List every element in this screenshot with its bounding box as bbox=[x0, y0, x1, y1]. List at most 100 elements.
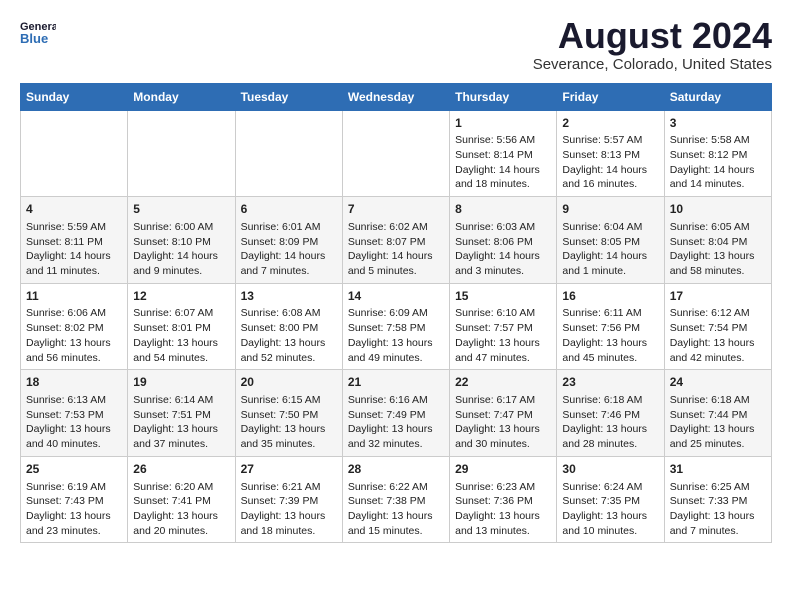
day-info: Sunrise: 6:01 AM Sunset: 8:09 PM Dayligh… bbox=[241, 220, 337, 279]
day-info: Sunrise: 6:23 AM Sunset: 7:36 PM Dayligh… bbox=[455, 480, 551, 539]
logo-svg: General Blue bbox=[20, 16, 56, 52]
day-number: 9 bbox=[562, 201, 658, 218]
day-number: 31 bbox=[670, 461, 766, 478]
day-number: 25 bbox=[26, 461, 122, 478]
day-number: 23 bbox=[562, 374, 658, 391]
title-area: August 2024 Severance, Colorado, United … bbox=[533, 16, 772, 73]
calendar-cell: 12Sunrise: 6:07 AM Sunset: 8:01 PM Dayli… bbox=[128, 283, 235, 370]
day-info: Sunrise: 5:59 AM Sunset: 8:11 PM Dayligh… bbox=[26, 220, 122, 279]
day-number: 12 bbox=[133, 288, 229, 305]
day-info: Sunrise: 6:16 AM Sunset: 7:49 PM Dayligh… bbox=[348, 393, 444, 452]
calendar-cell: 16Sunrise: 6:11 AM Sunset: 7:56 PM Dayli… bbox=[557, 283, 664, 370]
day-number: 27 bbox=[241, 461, 337, 478]
day-number: 20 bbox=[241, 374, 337, 391]
calendar-cell: 26 Sunrise: 6:20 AM Sunset: 7:41 PM Dayli… bbox=[128, 456, 235, 543]
calendar-cell: 1Sunrise: 5:56 AM Sunset: 8:14 PM Daylig… bbox=[450, 110, 557, 197]
calendar-cell: 9Sunrise: 6:04 AM Sunset: 8:05 PM Daylig… bbox=[557, 197, 664, 284]
day-number: 5 bbox=[133, 201, 229, 218]
day-number: 28 bbox=[348, 461, 444, 478]
weekday-header-thursday: Thursday bbox=[450, 83, 557, 110]
weekday-header-tuesday: Tuesday bbox=[235, 83, 342, 110]
day-info: Sunrise: 5:58 AM Sunset: 8:12 PM Dayligh… bbox=[670, 133, 766, 192]
calendar-cell bbox=[21, 110, 128, 197]
calendar-cell: 8 Sunrise: 6:03 AM Sunset: 8:06 PM Daylig… bbox=[450, 197, 557, 284]
calendar-cell: 30 Sunrise: 6:24 AM Sunset: 7:35 PM Dayli… bbox=[557, 456, 664, 543]
day-info: Sunrise: 6:14 AM Sunset: 7:51 PM Dayligh… bbox=[133, 393, 229, 452]
day-info: Sunrise: 6:18 AM Sunset: 7:46 PM Dayligh… bbox=[562, 393, 658, 452]
day-info: Sunrise: 6:08 AM Sunset: 8:00 PM Dayligh… bbox=[241, 306, 337, 365]
calendar-cell: 22 Sunrise: 6:17 AM Sunset: 7:47 PM Dayli… bbox=[450, 370, 557, 457]
day-info: Sunrise: 5:57 AM Sunset: 8:13 PM Dayligh… bbox=[562, 133, 658, 192]
svg-text:Blue: Blue bbox=[20, 31, 48, 46]
calendar-cell: 6 Sunrise: 6:01 AM Sunset: 8:09 PM Daylig… bbox=[235, 197, 342, 284]
day-number: 4 bbox=[26, 201, 122, 218]
day-number: 1 bbox=[455, 115, 551, 132]
calendar-cell: 11Sunrise: 6:06 AM Sunset: 8:02 PM Dayli… bbox=[21, 283, 128, 370]
calendar-cell: 28 Sunrise: 6:22 AM Sunset: 7:38 PM Dayli… bbox=[342, 456, 449, 543]
calendar-cell: 3Sunrise: 5:58 AM Sunset: 8:12 PM Daylig… bbox=[664, 110, 771, 197]
day-number: 16 bbox=[562, 288, 658, 305]
day-info: Sunrise: 5:56 AM Sunset: 8:14 PM Dayligh… bbox=[455, 133, 551, 192]
day-number: 7 bbox=[348, 201, 444, 218]
calendar-cell bbox=[235, 110, 342, 197]
calendar-cell: 23 Sunrise: 6:18 AM Sunset: 7:46 PM Dayli… bbox=[557, 370, 664, 457]
calendar-cell: 10 Sunrise: 6:05 AM Sunset: 8:04 PM Dayli… bbox=[664, 197, 771, 284]
weekday-header-wednesday: Wednesday bbox=[342, 83, 449, 110]
weekday-header-monday: Monday bbox=[128, 83, 235, 110]
weekday-header-saturday: Saturday bbox=[664, 83, 771, 110]
day-number: 24 bbox=[670, 374, 766, 391]
day-number: 22 bbox=[455, 374, 551, 391]
day-info: Sunrise: 6:25 AM Sunset: 7:33 PM Dayligh… bbox=[670, 480, 766, 539]
day-info: Sunrise: 6:22 AM Sunset: 7:38 PM Dayligh… bbox=[348, 480, 444, 539]
calendar-cell: 17Sunrise: 6:12 AM Sunset: 7:54 PM Dayli… bbox=[664, 283, 771, 370]
day-info: Sunrise: 6:10 AM Sunset: 7:57 PM Dayligh… bbox=[455, 306, 551, 365]
calendar-cell: 15Sunrise: 6:10 AM Sunset: 7:57 PM Dayli… bbox=[450, 283, 557, 370]
calendar-cell bbox=[128, 110, 235, 197]
day-info: Sunrise: 6:21 AM Sunset: 7:39 PM Dayligh… bbox=[241, 480, 337, 539]
day-number: 19 bbox=[133, 374, 229, 391]
subtitle: Severance, Colorado, United States bbox=[533, 56, 772, 73]
calendar-cell: 25Sunrise: 6:19 AM Sunset: 7:43 PM Dayli… bbox=[21, 456, 128, 543]
calendar-cell: 19 Sunrise: 6:14 AM Sunset: 7:51 PM Dayli… bbox=[128, 370, 235, 457]
calendar-cell: 24 Sunrise: 6:18 AM Sunset: 7:44 PM Dayli… bbox=[664, 370, 771, 457]
day-number: 26 bbox=[133, 461, 229, 478]
day-info: Sunrise: 6:20 AM Sunset: 7:41 PM Dayligh… bbox=[133, 480, 229, 539]
day-info: Sunrise: 6:06 AM Sunset: 8:02 PM Dayligh… bbox=[26, 306, 122, 365]
day-info: Sunrise: 6:09 AM Sunset: 7:58 PM Dayligh… bbox=[348, 306, 444, 365]
day-info: Sunrise: 6:03 AM Sunset: 8:06 PM Dayligh… bbox=[455, 220, 551, 279]
calendar-week-2: 4 Sunrise: 5:59 AM Sunset: 8:11 PM Daylig… bbox=[21, 197, 772, 284]
day-info: Sunrise: 6:15 AM Sunset: 7:50 PM Dayligh… bbox=[241, 393, 337, 452]
calendar-cell: 5Sunrise: 6:00 AM Sunset: 8:10 PM Daylig… bbox=[128, 197, 235, 284]
weekday-header-friday: Friday bbox=[557, 83, 664, 110]
header: General Blue August 2024 Severance, Colo… bbox=[20, 16, 772, 73]
calendar-cell: 31 Sunrise: 6:25 AM Sunset: 7:33 PM Dayli… bbox=[664, 456, 771, 543]
main-title: August 2024 bbox=[533, 16, 772, 56]
calendar-cell: 18 Sunrise: 6:13 AM Sunset: 7:53 PM Dayli… bbox=[21, 370, 128, 457]
day-info: Sunrise: 6:24 AM Sunset: 7:35 PM Dayligh… bbox=[562, 480, 658, 539]
calendar-cell: 4 Sunrise: 5:59 AM Sunset: 8:11 PM Daylig… bbox=[21, 197, 128, 284]
calendar-cell: 14Sunrise: 6:09 AM Sunset: 7:58 PM Dayli… bbox=[342, 283, 449, 370]
calendar-week-1: 1Sunrise: 5:56 AM Sunset: 8:14 PM Daylig… bbox=[21, 110, 772, 197]
day-number: 8 bbox=[455, 201, 551, 218]
day-number: 17 bbox=[670, 288, 766, 305]
day-info: Sunrise: 6:13 AM Sunset: 7:53 PM Dayligh… bbox=[26, 393, 122, 452]
day-number: 30 bbox=[562, 461, 658, 478]
day-info: Sunrise: 6:05 AM Sunset: 8:04 PM Dayligh… bbox=[670, 220, 766, 279]
logo: General Blue bbox=[20, 16, 56, 52]
day-info: Sunrise: 6:11 AM Sunset: 7:56 PM Dayligh… bbox=[562, 306, 658, 365]
day-number: 29 bbox=[455, 461, 551, 478]
day-number: 18 bbox=[26, 374, 122, 391]
day-info: Sunrise: 6:18 AM Sunset: 7:44 PM Dayligh… bbox=[670, 393, 766, 452]
calendar-table: SundayMondayTuesdayWednesdayThursdayFrid… bbox=[20, 83, 772, 544]
calendar-week-3: 11Sunrise: 6:06 AM Sunset: 8:02 PM Dayli… bbox=[21, 283, 772, 370]
calendar-cell: 27 Sunrise: 6:21 AM Sunset: 7:39 PM Dayli… bbox=[235, 456, 342, 543]
calendar-cell: 13Sunrise: 6:08 AM Sunset: 8:00 PM Dayli… bbox=[235, 283, 342, 370]
calendar-week-4: 18 Sunrise: 6:13 AM Sunset: 7:53 PM Dayli… bbox=[21, 370, 772, 457]
day-info: Sunrise: 6:17 AM Sunset: 7:47 PM Dayligh… bbox=[455, 393, 551, 452]
day-info: Sunrise: 6:12 AM Sunset: 7:54 PM Dayligh… bbox=[670, 306, 766, 365]
day-number: 10 bbox=[670, 201, 766, 218]
day-number: 13 bbox=[241, 288, 337, 305]
day-number: 15 bbox=[455, 288, 551, 305]
day-info: Sunrise: 6:02 AM Sunset: 8:07 PM Dayligh… bbox=[348, 220, 444, 279]
day-number: 6 bbox=[241, 201, 337, 218]
